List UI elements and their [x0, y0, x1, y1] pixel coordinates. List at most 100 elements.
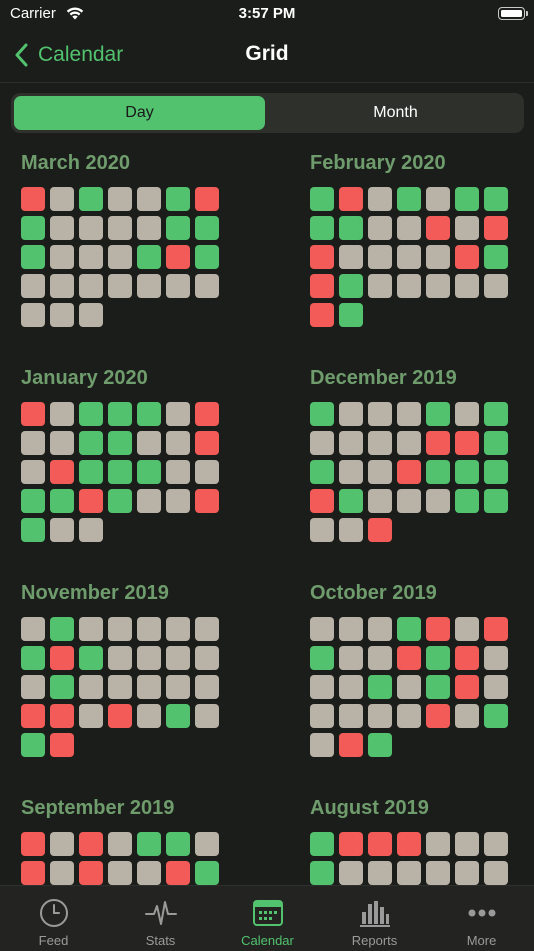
day-cell[interactable]: [50, 245, 74, 269]
day-cell[interactable]: [368, 460, 392, 484]
day-cell[interactable]: [195, 274, 219, 298]
day-cell[interactable]: [108, 489, 132, 513]
day-cell[interactable]: [166, 704, 190, 728]
day-cell[interactable]: [21, 646, 45, 670]
day-cell[interactable]: [79, 704, 103, 728]
day-cell[interactable]: [21, 489, 45, 513]
day-cell[interactable]: [484, 187, 508, 211]
day-cell[interactable]: [484, 402, 508, 426]
day-cell[interactable]: [195, 704, 219, 728]
day-cell[interactable]: [339, 216, 363, 240]
day-cell[interactable]: [195, 489, 219, 513]
day-cell[interactable]: [426, 245, 450, 269]
day-cell[interactable]: [166, 274, 190, 298]
day-cell[interactable]: [50, 832, 74, 856]
day-cell[interactable]: [108, 617, 132, 641]
day-cell[interactable]: [310, 402, 334, 426]
day-cell[interactable]: [137, 216, 161, 240]
day-cell[interactable]: [21, 187, 45, 211]
day-cell[interactable]: [310, 303, 334, 327]
day-cell[interactable]: [108, 431, 132, 455]
day-cell[interactable]: [137, 832, 161, 856]
day-cell[interactable]: [455, 489, 479, 513]
day-cell[interactable]: [426, 431, 450, 455]
day-cell[interactable]: [484, 216, 508, 240]
day-cell[interactable]: [166, 617, 190, 641]
day-cell[interactable]: [137, 187, 161, 211]
day-cell[interactable]: [108, 245, 132, 269]
day-cell[interactable]: [484, 704, 508, 728]
day-cell[interactable]: [79, 245, 103, 269]
segment-day[interactable]: Day: [14, 96, 265, 130]
day-cell[interactable]: [79, 861, 103, 885]
day-cell[interactable]: [79, 431, 103, 455]
day-cell[interactable]: [310, 646, 334, 670]
day-cell[interactable]: [368, 489, 392, 513]
day-cell[interactable]: [368, 646, 392, 670]
day-cell[interactable]: [166, 646, 190, 670]
day-cell[interactable]: [368, 518, 392, 542]
day-cell[interactable]: [108, 216, 132, 240]
day-cell[interactable]: [310, 187, 334, 211]
day-cell[interactable]: [166, 216, 190, 240]
day-cell[interactable]: [426, 675, 450, 699]
day-cell[interactable]: [368, 704, 392, 728]
day-cell[interactable]: [79, 518, 103, 542]
day-cell[interactable]: [50, 274, 74, 298]
day-cell[interactable]: [21, 303, 45, 327]
day-cell[interactable]: [79, 216, 103, 240]
day-cell[interactable]: [397, 646, 421, 670]
day-cell[interactable]: [484, 646, 508, 670]
day-cell[interactable]: [484, 460, 508, 484]
day-cell[interactable]: [368, 216, 392, 240]
day-cell[interactable]: [397, 431, 421, 455]
day-cell[interactable]: [368, 402, 392, 426]
day-cell[interactable]: [166, 832, 190, 856]
day-cell[interactable]: [79, 402, 103, 426]
day-cell[interactable]: [455, 832, 479, 856]
day-cell[interactable]: [195, 245, 219, 269]
day-cell[interactable]: [455, 216, 479, 240]
day-cell[interactable]: [368, 245, 392, 269]
day-cell[interactable]: [368, 675, 392, 699]
day-cell[interactable]: [137, 431, 161, 455]
day-cell[interactable]: [21, 518, 45, 542]
day-cell[interactable]: [79, 274, 103, 298]
day-cell[interactable]: [339, 675, 363, 699]
day-cell[interactable]: [195, 646, 219, 670]
day-cell[interactable]: [310, 216, 334, 240]
day-cell[interactable]: [79, 617, 103, 641]
day-cell[interactable]: [397, 187, 421, 211]
day-cell[interactable]: [484, 489, 508, 513]
tab-stats[interactable]: Stats: [107, 886, 214, 951]
day-cell[interactable]: [21, 675, 45, 699]
day-cell[interactable]: [339, 245, 363, 269]
day-cell[interactable]: [339, 733, 363, 757]
day-cell[interactable]: [484, 617, 508, 641]
day-cell[interactable]: [397, 460, 421, 484]
day-cell[interactable]: [368, 274, 392, 298]
day-cell[interactable]: [50, 617, 74, 641]
day-cell[interactable]: [137, 861, 161, 885]
day-cell[interactable]: [108, 646, 132, 670]
day-cell[interactable]: [137, 646, 161, 670]
day-cell[interactable]: [310, 274, 334, 298]
day-cell[interactable]: [21, 402, 45, 426]
day-cell[interactable]: [368, 187, 392, 211]
day-cell[interactable]: [426, 832, 450, 856]
day-cell[interactable]: [397, 489, 421, 513]
day-cell[interactable]: [310, 489, 334, 513]
day-cell[interactable]: [108, 187, 132, 211]
day-cell[interactable]: [484, 832, 508, 856]
day-cell[interactable]: [455, 617, 479, 641]
day-cell[interactable]: [310, 518, 334, 542]
day-cell[interactable]: [21, 704, 45, 728]
day-cell[interactable]: [397, 861, 421, 885]
day-cell[interactable]: [368, 861, 392, 885]
day-cell[interactable]: [21, 431, 45, 455]
day-cell[interactable]: [484, 675, 508, 699]
day-cell[interactable]: [339, 489, 363, 513]
day-cell[interactable]: [21, 861, 45, 885]
day-cell[interactable]: [50, 460, 74, 484]
tab-more[interactable]: More: [428, 886, 534, 951]
